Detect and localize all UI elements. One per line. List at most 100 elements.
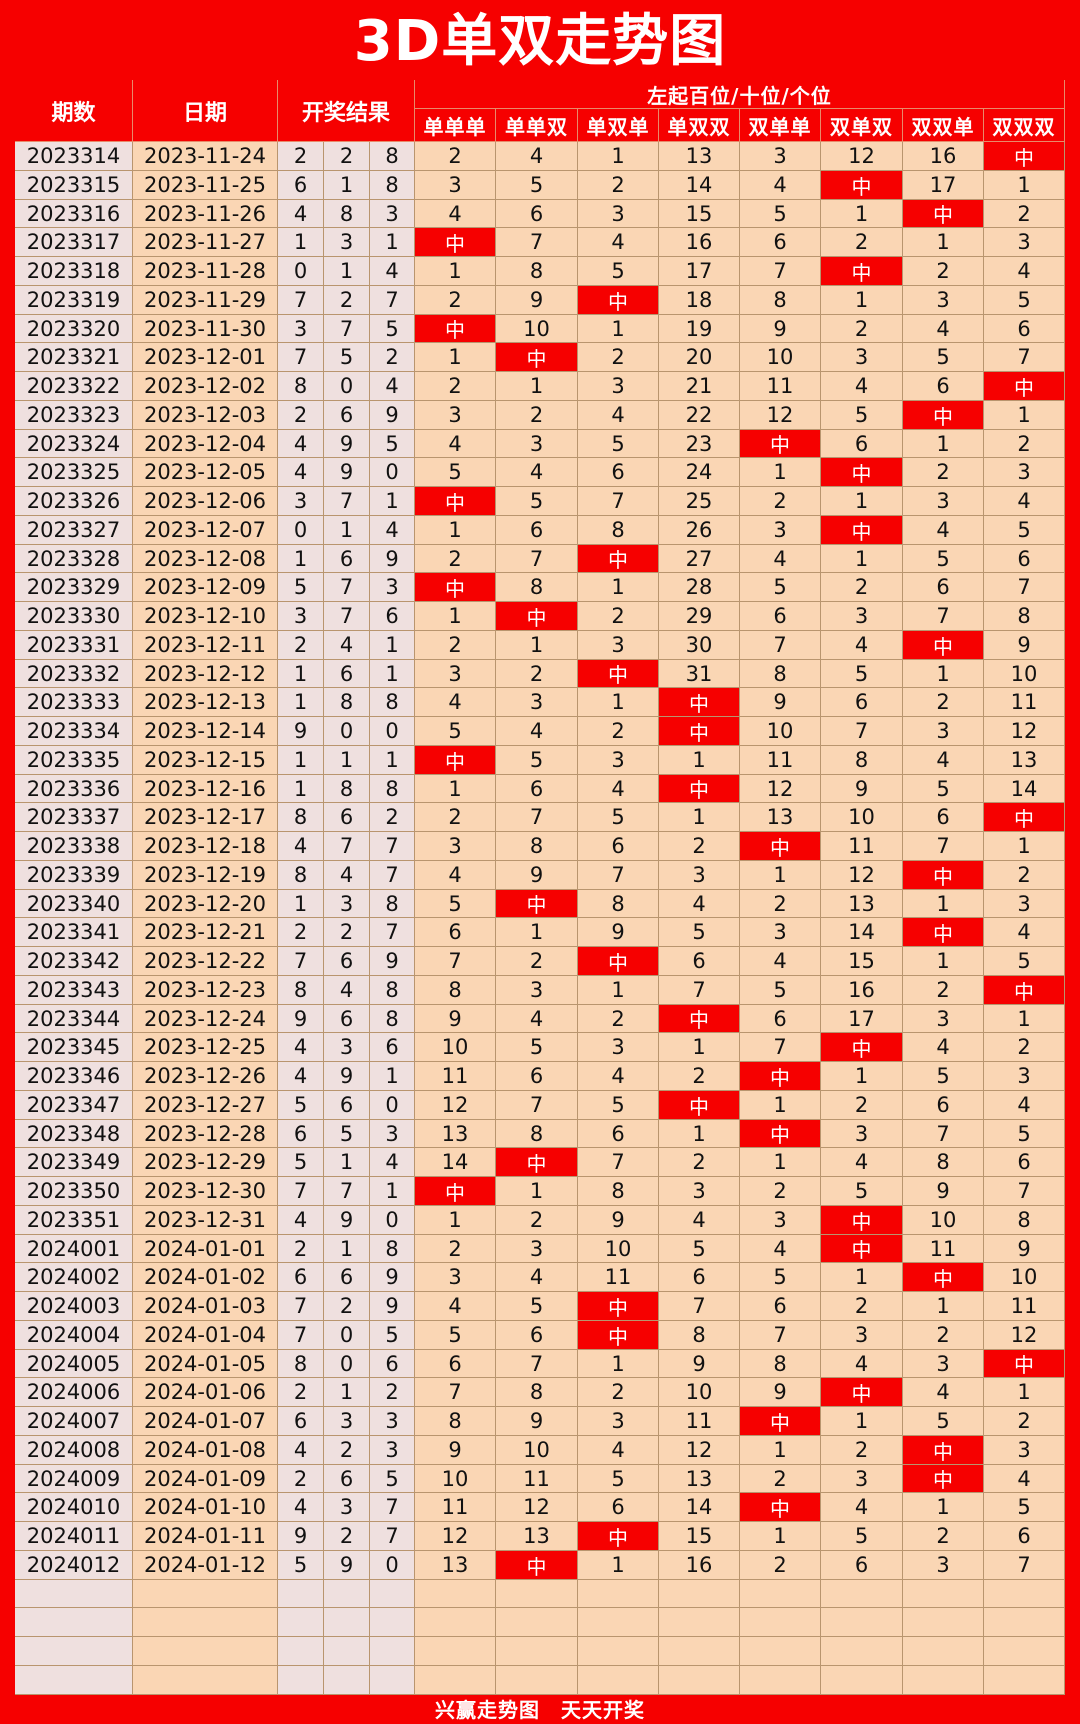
header-pattern-8: 双双双 <box>984 109 1065 142</box>
omission-cell: 2 <box>578 171 659 200</box>
empty-cell <box>659 1608 740 1637</box>
result-digit-cell: 2 <box>324 1522 370 1551</box>
omission-cell: 1 <box>415 602 496 631</box>
empty-cell <box>821 1666 903 1695</box>
omission-cell: 9 <box>821 775 903 803</box>
omission-cell: 2 <box>821 1292 903 1321</box>
result-digit-cell: 5 <box>370 315 415 343</box>
empty-cell <box>324 1637 370 1666</box>
date-cell: 2024-01-08 <box>133 1436 278 1465</box>
result-digit-cell: 6 <box>370 602 415 631</box>
omission-cell: 3 <box>984 228 1065 257</box>
omission-cell: 8 <box>984 602 1065 631</box>
omission-cell: 5 <box>903 1062 984 1091</box>
hit-cell: 中 <box>578 1292 659 1321</box>
empty-cell <box>578 1608 659 1637</box>
hit-cell: 中 <box>984 976 1065 1005</box>
date-cell: 2024-01-09 <box>133 1465 278 1493</box>
omission-cell: 1 <box>415 257 496 286</box>
empty-cell <box>903 1580 984 1608</box>
hit-cell: 中 <box>659 717 740 746</box>
issue-cell: 2023318 <box>15 257 133 286</box>
omission-cell: 13 <box>415 1120 496 1148</box>
issue-cell: 2023314 <box>15 142 133 171</box>
hit-cell: 中 <box>903 401 984 430</box>
hit-cell: 中 <box>903 861 984 890</box>
omission-cell: 1 <box>821 487 903 516</box>
omission-cell: 2 <box>821 573 903 602</box>
omission-cell: 6 <box>903 573 984 602</box>
empty-cell <box>496 1637 578 1666</box>
date-cell: 2023-12-28 <box>133 1120 278 1148</box>
date-cell: 2023-12-24 <box>133 1005 278 1033</box>
omission-cell: 9 <box>740 1378 821 1407</box>
hit-cell: 中 <box>821 458 903 487</box>
omission-cell: 31 <box>659 660 740 688</box>
result-digit-cell: 9 <box>324 1206 370 1235</box>
result-digit-cell: 1 <box>278 890 324 918</box>
omission-cell: 7 <box>903 832 984 861</box>
date-cell: 2023-12-31 <box>133 1206 278 1235</box>
omission-cell: 13 <box>821 890 903 918</box>
hit-cell: 中 <box>740 1062 821 1091</box>
omission-cell: 12 <box>415 1522 496 1551</box>
result-digit-cell: 2 <box>324 1292 370 1321</box>
result-digit-cell: 7 <box>324 315 370 343</box>
omission-cell: 8 <box>740 660 821 688</box>
result-digit-cell: 6 <box>278 171 324 200</box>
omission-cell: 4 <box>903 746 984 775</box>
empty-cell <box>821 1637 903 1666</box>
omission-cell: 6 <box>821 688 903 717</box>
omission-cell: 5 <box>740 1263 821 1292</box>
result-digit-cell: 8 <box>370 775 415 803</box>
result-digit-cell: 7 <box>278 286 324 315</box>
result-digit-cell: 4 <box>278 1493 324 1522</box>
omission-cell: 4 <box>415 688 496 717</box>
result-digit-cell: 0 <box>278 257 324 286</box>
result-digit-cell: 2 <box>370 343 415 372</box>
result-digit-cell: 8 <box>278 861 324 890</box>
omission-cell: 7 <box>740 257 821 286</box>
result-digit-cell: 2 <box>324 918 370 947</box>
omission-cell: 1 <box>984 401 1065 430</box>
omission-cell: 5 <box>984 516 1065 545</box>
omission-cell: 1 <box>740 1091 821 1120</box>
omission-cell: 5 <box>415 1321 496 1350</box>
empty-cell <box>659 1637 740 1666</box>
omission-cell: 4 <box>496 1005 578 1033</box>
result-digit-cell: 8 <box>324 688 370 717</box>
omission-cell: 1 <box>415 343 496 372</box>
omission-cell: 5 <box>496 171 578 200</box>
result-digit-cell: 6 <box>324 803 370 832</box>
result-digit-cell: 1 <box>324 516 370 545</box>
omission-cell: 2 <box>821 1091 903 1120</box>
result-digit-cell: 8 <box>370 171 415 200</box>
empty-cell <box>278 1637 324 1666</box>
omission-cell: 2 <box>740 1177 821 1206</box>
omission-cell: 7 <box>496 545 578 573</box>
empty-cell <box>659 1580 740 1608</box>
result-digit-cell: 5 <box>278 1148 324 1177</box>
issue-cell: 2023343 <box>15 976 133 1005</box>
omission-cell: 2 <box>415 545 496 573</box>
result-digit-cell: 3 <box>324 1493 370 1522</box>
omission-cell: 1 <box>984 171 1065 200</box>
omission-cell: 3 <box>821 1465 903 1493</box>
result-digit-cell: 7 <box>324 602 370 631</box>
result-digit-cell: 2 <box>278 918 324 947</box>
omission-cell: 8 <box>415 976 496 1005</box>
result-digit-cell: 9 <box>278 1005 324 1033</box>
omission-cell: 2 <box>415 803 496 832</box>
omission-cell: 1 <box>659 746 740 775</box>
omission-cell: 3 <box>821 1120 903 1148</box>
issue-cell: 2024003 <box>15 1292 133 1321</box>
date-cell: 2024-01-07 <box>133 1407 278 1436</box>
omission-cell: 4 <box>578 775 659 803</box>
omission-cell: 2 <box>903 1522 984 1551</box>
omission-cell: 1 <box>903 947 984 976</box>
omission-cell: 2 <box>984 861 1065 890</box>
result-digit-cell: 4 <box>278 200 324 228</box>
hit-cell: 中 <box>903 631 984 660</box>
omission-cell: 13 <box>659 1465 740 1493</box>
result-digit-cell: 8 <box>370 142 415 171</box>
